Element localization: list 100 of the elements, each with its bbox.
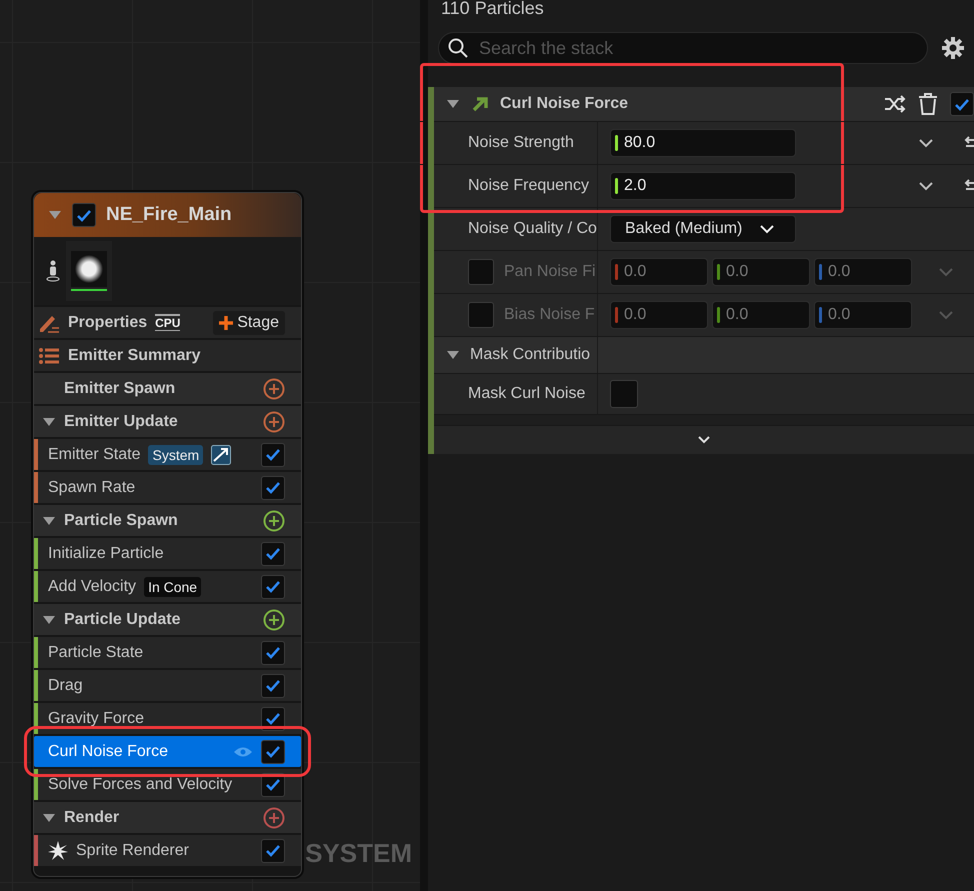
expand-arrow-icon[interactable] xyxy=(48,210,62,220)
search-icon xyxy=(448,38,468,58)
search-field[interactable]: Search the stack xyxy=(438,32,928,64)
add-icon[interactable] xyxy=(263,410,285,432)
chevron-down-icon[interactable] xyxy=(918,138,934,148)
expand-arrow-icon[interactable] xyxy=(446,350,460,360)
module-label: Spawn Rate xyxy=(48,478,136,496)
add-icon[interactable] xyxy=(263,806,285,828)
section-title[interactable]: Mask Contributio xyxy=(470,346,590,364)
module-row[interactable]: Gravity Force xyxy=(34,703,301,734)
add-stage-button[interactable]: Stage xyxy=(213,310,285,334)
module-label: Sprite Renderer xyxy=(76,842,189,860)
expand-arrow-icon[interactable] xyxy=(42,416,56,426)
module-row[interactable]: Add Velocity In Cone xyxy=(34,571,301,602)
module-row[interactable]: Solve Forces and Velocity xyxy=(34,769,301,800)
module-label: Gravity Force xyxy=(48,710,144,728)
module-label: Initialize Particle xyxy=(48,544,164,562)
checkmark-icon xyxy=(265,547,281,560)
module-row[interactable]: Emitter State System xyxy=(34,439,301,470)
thumbnail-drawing[interactable] xyxy=(66,241,112,301)
checkmark-icon xyxy=(265,712,281,725)
checkbox[interactable] xyxy=(261,542,285,566)
module-row[interactable]: Spawn Rate xyxy=(34,472,301,503)
expand-arrow-icon[interactable] xyxy=(42,614,56,624)
checkmark-icon xyxy=(76,208,92,222)
shuffle-icon[interactable] xyxy=(884,95,906,113)
number-field[interactable]: 0.0 xyxy=(712,301,810,329)
checkbox[interactable] xyxy=(468,302,494,328)
checkmark-icon xyxy=(265,679,281,692)
quality-dropdown[interactable]: Baked (Medium) xyxy=(610,215,796,243)
chart-arrow-icon xyxy=(211,444,232,464)
node-title: NE_Fire_Main xyxy=(106,204,232,226)
module-label: Emitter State xyxy=(48,446,140,464)
checkmark-icon xyxy=(265,448,281,461)
add-icon[interactable] xyxy=(263,608,285,630)
checkmark-icon xyxy=(265,778,281,791)
number-field[interactable]: 0.0 xyxy=(610,301,708,329)
checkbox[interactable] xyxy=(610,380,638,408)
module-label: Drag xyxy=(48,676,83,694)
checkbox[interactable] xyxy=(261,442,285,466)
checkmark-icon xyxy=(265,580,281,593)
checkbox[interactable] xyxy=(261,740,285,764)
checkmark-icon xyxy=(265,745,281,758)
checkmark-icon xyxy=(265,646,281,659)
number-field[interactable]: 0.0 xyxy=(814,258,912,286)
number-field[interactable]: 0.0 xyxy=(610,258,708,286)
module-title: Curl Noise Force xyxy=(500,95,628,113)
param-label: Mask Curl Noise xyxy=(468,385,586,403)
chevron-down-icon[interactable] xyxy=(918,181,934,191)
module-row[interactable]: Sprite Renderer xyxy=(34,835,301,866)
particle-count: 110 Particles xyxy=(440,0,545,20)
add-icon[interactable] xyxy=(263,378,285,400)
checkmark-icon xyxy=(954,98,970,110)
param-label: Noise Frequency xyxy=(468,177,589,195)
number-field[interactable]: 2.0 xyxy=(610,172,796,200)
group-title[interactable]: Render xyxy=(64,808,120,826)
sparkle-icon xyxy=(48,840,68,860)
param-label: Noise Quality / Co xyxy=(468,220,597,238)
checkbox[interactable] xyxy=(72,203,96,227)
module-label: Curl Noise Force xyxy=(48,742,168,760)
add-icon[interactable] xyxy=(263,510,285,532)
param-label: Bias Noise F xyxy=(504,306,595,324)
checkmark-icon xyxy=(265,481,281,494)
checkmark-icon xyxy=(265,844,281,857)
module-label: Solve Forces and Velocity xyxy=(48,776,232,794)
person-icon xyxy=(46,260,60,282)
module-row[interactable]: Particle State xyxy=(34,637,301,668)
checkbox[interactable] xyxy=(261,640,285,664)
properties-label[interactable]: Properties xyxy=(68,314,148,332)
arrow-up-right-icon xyxy=(472,96,488,112)
expand-arrow-icon[interactable] xyxy=(446,99,460,109)
plus-icon xyxy=(219,316,234,330)
module-row[interactable]: Drag xyxy=(34,670,301,701)
list-icon xyxy=(38,346,60,364)
trash-icon[interactable] xyxy=(918,93,938,115)
mode-tag: System xyxy=(148,444,204,464)
checkbox[interactable] xyxy=(468,259,494,285)
module-row[interactable]: Initialize Particle xyxy=(34,538,301,569)
settings-icon[interactable] xyxy=(942,37,964,59)
number-field[interactable]: 0.0 xyxy=(814,301,912,329)
checkbox[interactable] xyxy=(950,92,974,116)
chevron-down-icon xyxy=(760,224,774,234)
checkbox[interactable] xyxy=(261,838,285,862)
checkbox[interactable] xyxy=(261,476,285,500)
number-field[interactable]: 80.0 xyxy=(610,129,796,157)
number-field[interactable]: 0.0 xyxy=(712,258,810,286)
mode-tag: In Cone xyxy=(144,576,202,596)
param-label: Pan Noise Fi xyxy=(504,263,596,281)
reset-arrow-icon[interactable] xyxy=(964,136,974,150)
cpu-label: CPU xyxy=(155,314,180,331)
panel-splitter[interactable] xyxy=(420,0,428,891)
checkbox[interactable] xyxy=(261,574,285,598)
module-label: Particle State xyxy=(48,644,144,662)
param-label: Noise Strength xyxy=(468,134,574,152)
graph-watermark: SYSTEM xyxy=(305,838,412,869)
checkbox[interactable] xyxy=(261,674,285,698)
module-label: Add Velocity xyxy=(48,578,136,596)
expand-arrow-icon[interactable] xyxy=(42,516,56,526)
expand-arrow-icon[interactable] xyxy=(42,812,56,822)
reset-arrow-icon[interactable] xyxy=(964,179,974,193)
